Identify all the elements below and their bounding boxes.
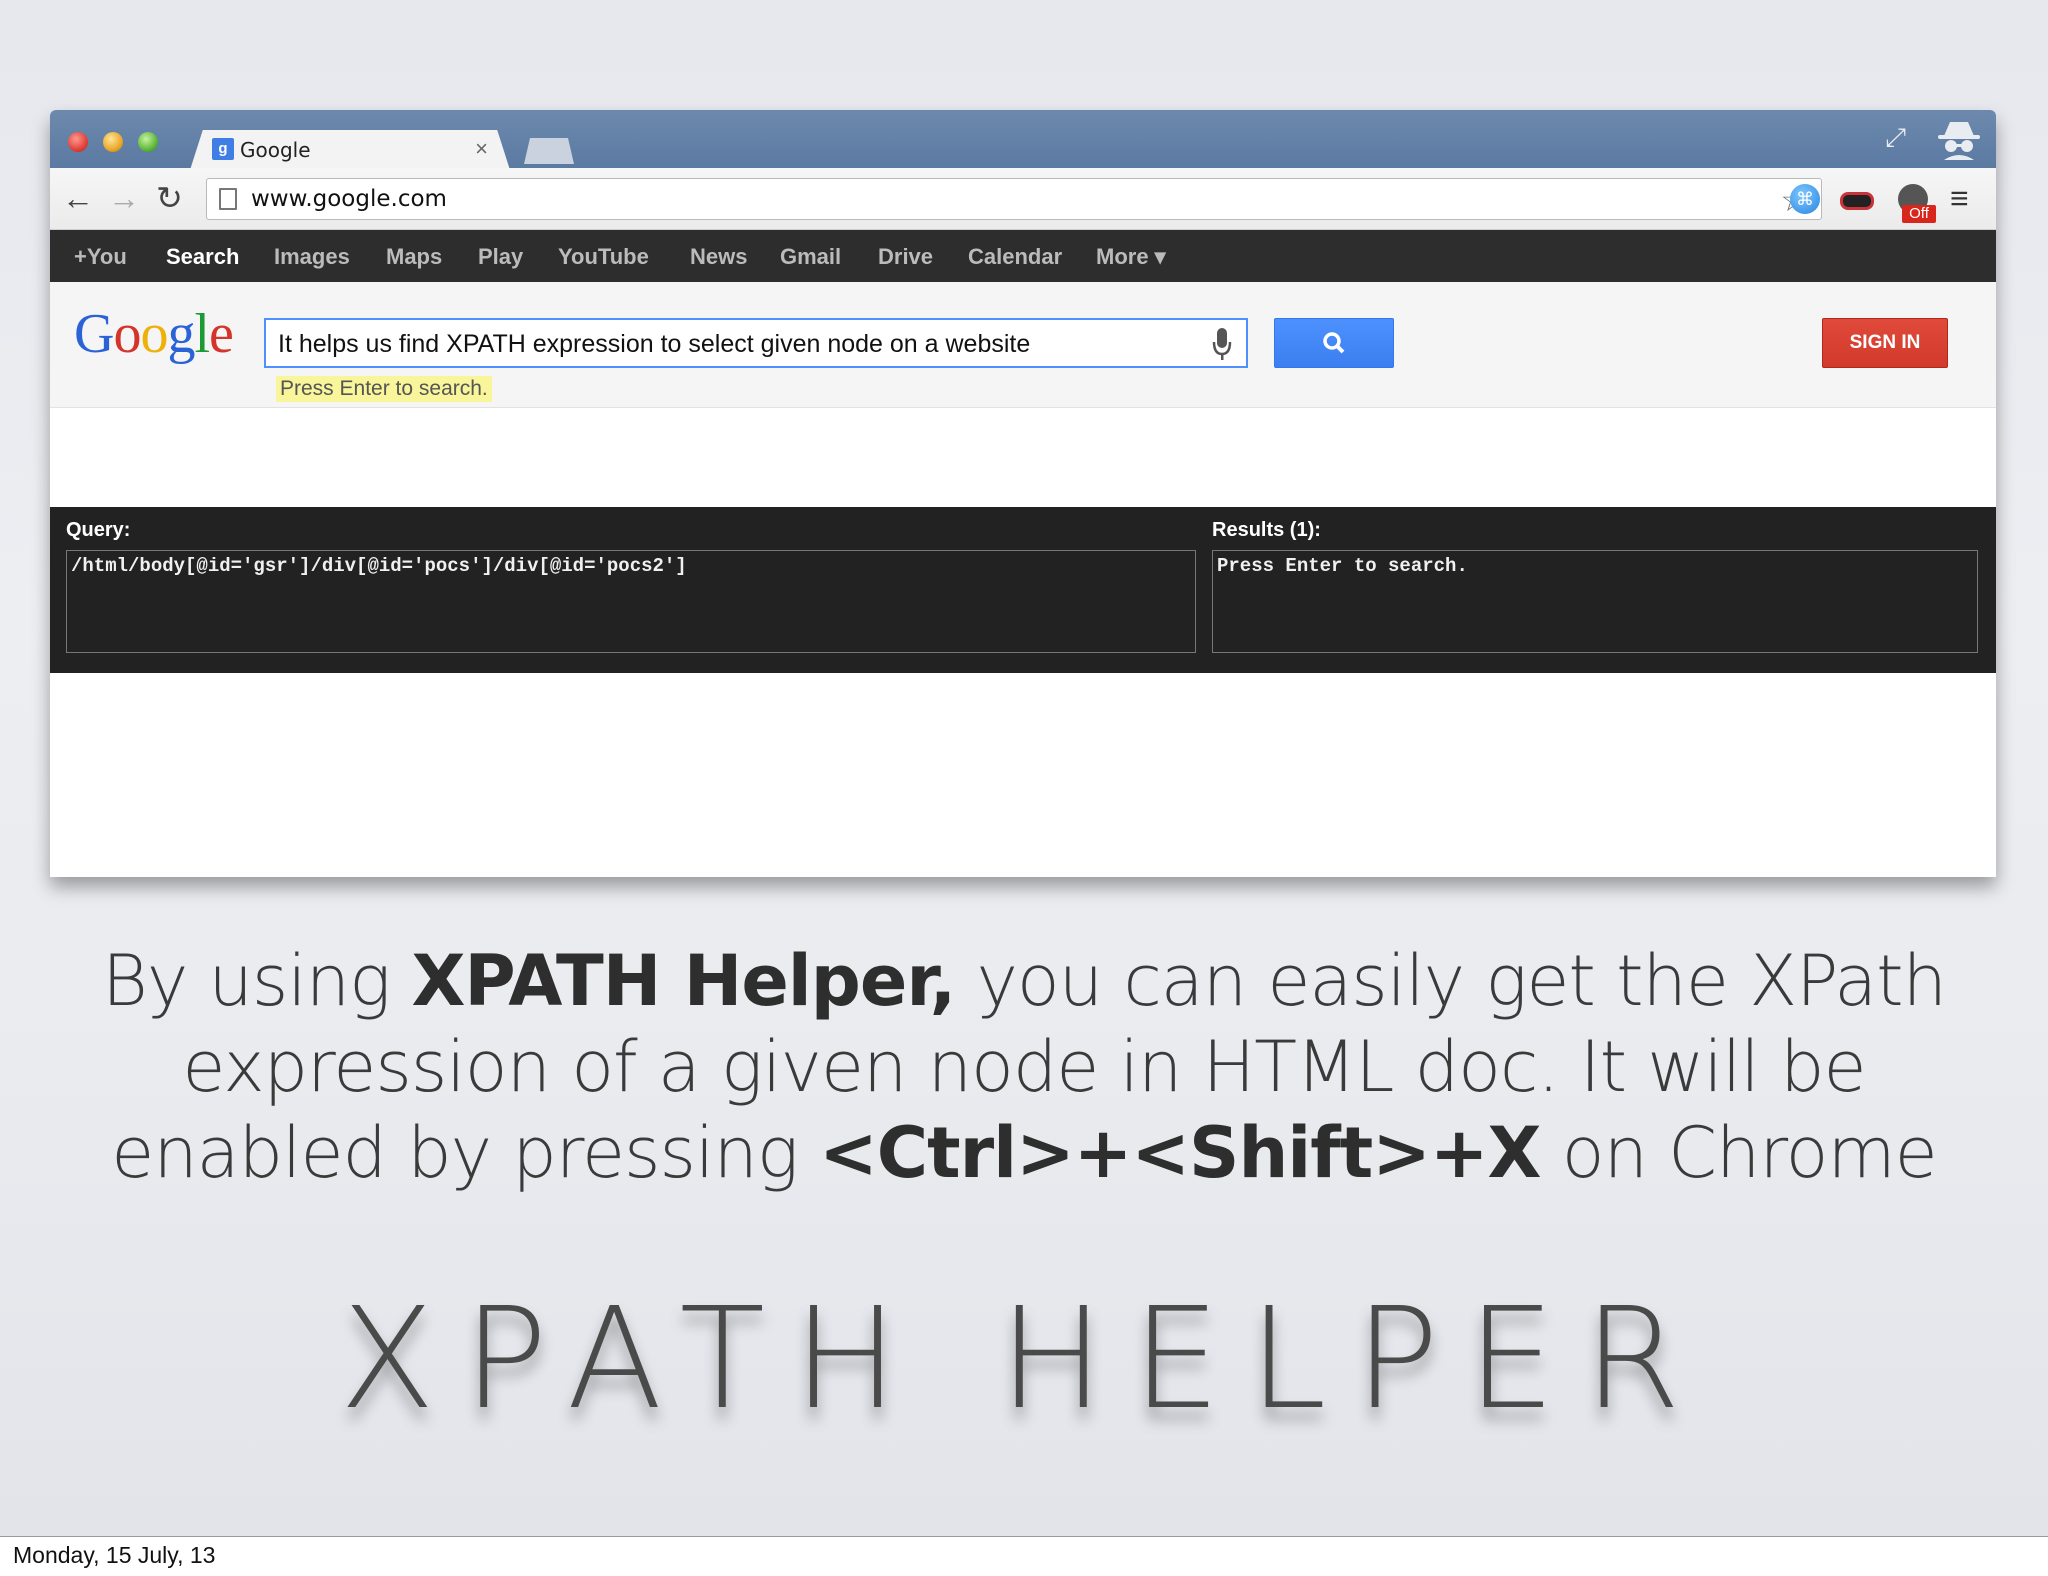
- incognito-icon: [1938, 122, 1980, 160]
- page-icon: [219, 188, 237, 210]
- gbar-item-youtube[interactable]: YouTube: [558, 244, 649, 270]
- tab-close-icon[interactable]: ×: [475, 136, 488, 162]
- slide-caption: By using XPATH Helper, you can easily ge…: [60, 938, 1988, 1196]
- extension-command-icon[interactable]: ⌘: [1790, 184, 1820, 214]
- back-arrow-icon[interactable]: ←: [62, 180, 94, 216]
- extension-mask-icon[interactable]: [1840, 192, 1874, 210]
- browser-toolbar: ← → ↻ www.google.com ☆ ⌘ Off ≡: [50, 168, 1996, 230]
- query-label: Query:: [66, 519, 131, 541]
- url-text[interactable]: www.google.com: [251, 186, 447, 212]
- gbar-item-more[interactable]: More ▾: [1096, 244, 1166, 270]
- microphone-icon[interactable]: [1212, 326, 1232, 362]
- zoom-window-button[interactable]: [138, 132, 158, 152]
- minimize-window-button[interactable]: [103, 132, 123, 152]
- sign-in-button[interactable]: SIGN IN: [1822, 318, 1948, 368]
- title-bar: g Google × ⤢: [50, 110, 1996, 170]
- search-button[interactable]: [1274, 318, 1394, 368]
- chrome-menu-icon[interactable]: ≡: [1950, 180, 1969, 217]
- search-hint: Press Enter to search.: [276, 376, 492, 402]
- gbar-item-play[interactable]: Play: [478, 244, 523, 270]
- caption-text-3: on Chrome: [1540, 1112, 1938, 1194]
- browser-window: g Google × ⤢ ← → ↻ www.google.com ⌘ Off …: [50, 110, 1996, 877]
- google-header: Google It helps us find XPATH expression…: [50, 282, 1996, 408]
- address-bar[interactable]: www.google.com ☆: [206, 178, 1822, 220]
- xpath-helper-panel: Query: /html/body[@id='gsr']/div[@id='po…: [50, 507, 1996, 673]
- results-textarea[interactable]: Press Enter to search.: [1212, 550, 1978, 653]
- google-nav-bar: +You Search Images Maps Play YouTube New…: [50, 230, 1996, 282]
- gbar-item-gmail[interactable]: Gmail: [780, 244, 841, 270]
- slide-title: XPATH HELPER: [339, 1278, 1709, 1441]
- caption-text-1: By using: [102, 940, 412, 1022]
- search-icon: [1323, 332, 1345, 354]
- slide: g Google × ⤢ ← → ↻ www.google.com ⌘ Off …: [0, 0, 2048, 1537]
- gbar-item-news[interactable]: News: [690, 244, 747, 270]
- forward-arrow-icon[interactable]: →: [108, 180, 140, 216]
- tab-google[interactable]: g Google ×: [190, 130, 510, 170]
- extension-off-badge: Off: [1902, 205, 1936, 223]
- gbar-item-drive[interactable]: Drive: [878, 244, 933, 270]
- query-textarea[interactable]: /html/body[@id='gsr']/div[@id='pocs']/di…: [66, 550, 1196, 653]
- reload-icon[interactable]: ↻: [156, 180, 183, 216]
- google-logo[interactable]: Google: [74, 302, 234, 366]
- tab-title: Google: [240, 138, 311, 162]
- fullscreen-icon[interactable]: ⤢: [1885, 122, 1906, 154]
- search-input[interactable]: It helps us find XPATH expression to sel…: [264, 318, 1248, 368]
- new-tab-button[interactable]: [524, 138, 574, 164]
- close-window-button[interactable]: [68, 132, 88, 152]
- google-favicon-icon: g: [212, 138, 234, 160]
- caption-bold-1: XPATH Helper,: [411, 940, 956, 1022]
- gbar-item-search[interactable]: Search: [166, 244, 239, 270]
- gbar-item-maps[interactable]: Maps: [386, 244, 442, 270]
- caption-bold-2: <Ctrl>+<Shift>+X: [819, 1112, 1541, 1194]
- results-label: Results (1):: [1212, 519, 1321, 541]
- search-query-text[interactable]: It helps us find XPATH expression to sel…: [278, 330, 1030, 359]
- slide-date: Monday, 15 July, 13: [13, 1542, 216, 1568]
- gbar-item-images[interactable]: Images: [274, 244, 350, 270]
- gbar-item-calendar[interactable]: Calendar: [968, 244, 1062, 270]
- gbar-item-you[interactable]: +You: [74, 244, 127, 270]
